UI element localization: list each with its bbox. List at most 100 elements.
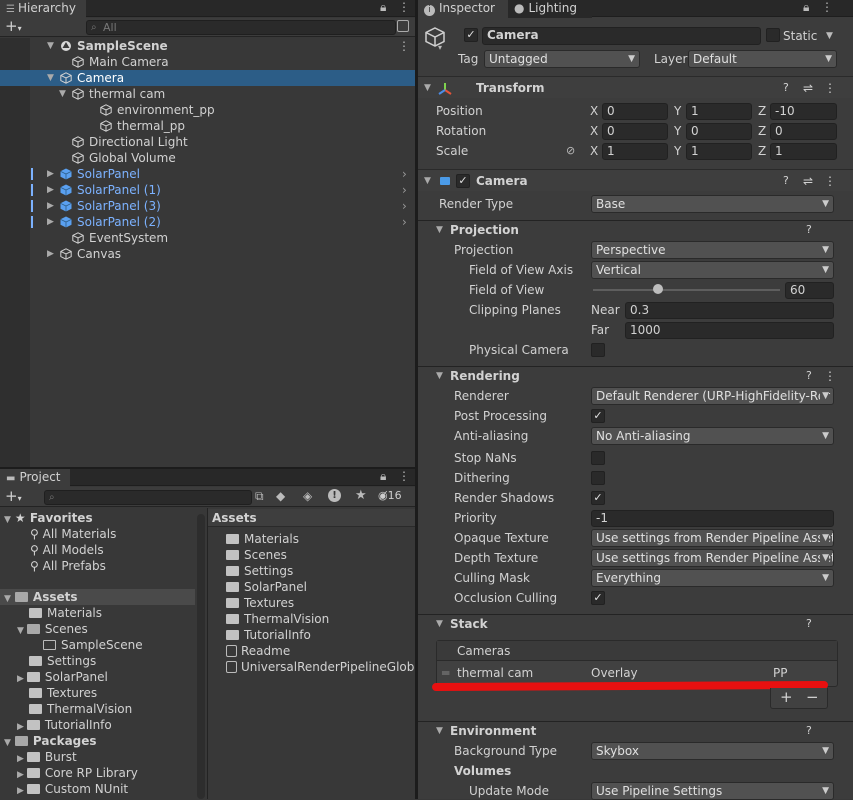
search-by-type-icon[interactable]: ⧉ bbox=[255, 489, 264, 504]
transform-header[interactable]: ▼ Transform ? ⇌ ⋮ bbox=[418, 76, 853, 98]
collapse-arrow-icon[interactable]: ▶ bbox=[47, 214, 54, 230]
hierarchy-item[interactable]: ▶ SolarPanel (3) › bbox=[0, 198, 415, 214]
camera-component-header[interactable]: ▼ ✓ Camera ? ⇌ ⋮ bbox=[418, 169, 853, 191]
horizontal-divider[interactable] bbox=[0, 467, 415, 469]
open-prefab-chevron-icon[interactable]: › bbox=[402, 214, 407, 230]
render-shadows-checkbox[interactable]: ✓ bbox=[591, 491, 605, 505]
add-stack-camera-button[interactable]: + bbox=[780, 688, 793, 706]
position-z-field[interactable]: -10 bbox=[770, 103, 837, 120]
project-kebab-menu-icon[interactable]: ⋮ bbox=[398, 469, 410, 483]
hierarchy-search-input[interactable]: ⌕ All bbox=[86, 20, 396, 35]
favorite-item[interactable]: ⚲ All Prefabs bbox=[30, 558, 106, 574]
tree-folder[interactable]: ▶ TutorialInfo bbox=[17, 717, 112, 733]
dithering-checkbox[interactable] bbox=[591, 471, 605, 485]
hidden-packages-toggle[interactable]: ◉̸16 bbox=[378, 489, 402, 502]
fov-axis-dropdown[interactable]: Vertical ▼ bbox=[591, 261, 834, 279]
project-search-input[interactable]: ⌕ bbox=[44, 490, 252, 505]
icon-dropdown-caret[interactable]: ▾ bbox=[438, 43, 442, 52]
favorites-header[interactable]: ▼ ★ Favorites bbox=[0, 510, 195, 526]
object-name-field[interactable]: Camera bbox=[482, 27, 761, 45]
anti-aliasing-dropdown[interactable]: No Anti-aliasing ▼ bbox=[591, 427, 834, 445]
help-icon[interactable]: ? bbox=[783, 77, 789, 99]
asset-folder[interactable]: Textures bbox=[226, 595, 294, 611]
asset-folder[interactable]: ThermalVision bbox=[226, 611, 329, 627]
expand-arrow-icon[interactable]: ▼ bbox=[47, 70, 54, 86]
post-processing-checkbox[interactable]: ✓ bbox=[591, 409, 605, 423]
camera-enabled-checkbox[interactable]: ✓ bbox=[456, 174, 470, 188]
package-folder[interactable]: ▶ Burst bbox=[17, 749, 77, 765]
component-menu-icon[interactable]: ⋮ bbox=[824, 77, 836, 99]
renderer-dropdown[interactable]: Default Renderer (URP-HighFidelity-Rer ▼ bbox=[591, 387, 834, 405]
project-lock-icon[interactable]: 🔒︎ bbox=[380, 469, 386, 484]
project-tab[interactable]: ▬ Project bbox=[0, 469, 70, 487]
project-add-button[interactable]: +▾ bbox=[5, 488, 22, 507]
inspector-kebab-menu-icon[interactable]: ⋮ bbox=[821, 0, 833, 14]
hierarchy-item[interactable]: ▼ SampleScene ⋮ bbox=[0, 38, 415, 54]
asset-file[interactable]: UniversalRenderPipelineGlobal bbox=[226, 659, 415, 675]
rotation-z-field[interactable]: 0 bbox=[770, 123, 837, 140]
asset-folder[interactable]: Materials bbox=[226, 531, 299, 547]
fov-slider-thumb[interactable] bbox=[652, 284, 663, 294]
help-icon[interactable]: ? bbox=[806, 367, 812, 385]
asset-folder[interactable]: SolarPanel bbox=[226, 579, 307, 595]
collapse-arrow-icon[interactable]: ▶ bbox=[47, 246, 54, 262]
filter-by-label-icon[interactable]: ◈ bbox=[303, 489, 312, 503]
lighting-tab[interactable]: ● Lighting bbox=[508, 0, 592, 18]
inspector-tab[interactable]: i Inspector bbox=[418, 0, 508, 18]
help-icon[interactable]: ? bbox=[806, 615, 812, 633]
fov-slider-track[interactable] bbox=[593, 289, 780, 291]
rotation-y-field[interactable]: 0 bbox=[686, 123, 752, 140]
log-type-icon[interactable]: ! bbox=[328, 489, 341, 502]
asset-folder[interactable]: TutorialInfo bbox=[226, 627, 311, 643]
collapse-arrow-icon[interactable]: ▶ bbox=[47, 198, 54, 214]
hierarchy-tab[interactable]: ☰ Hierarchy bbox=[0, 0, 86, 18]
tag-dropdown[interactable]: Untagged ▼ bbox=[484, 50, 640, 68]
background-type-dropdown[interactable]: Skybox ▼ bbox=[591, 742, 834, 760]
hierarchy-item[interactable]: Main Camera bbox=[0, 54, 415, 70]
fov-field[interactable]: 60 bbox=[785, 282, 834, 299]
hierarchy-item[interactable]: environment_pp bbox=[0, 102, 415, 118]
hierarchy-item[interactable]: ▼ thermal cam bbox=[0, 86, 415, 102]
hierarchy-item[interactable]: ▶ SolarPanel (2) › bbox=[0, 214, 415, 230]
opaque-texture-dropdown[interactable]: Use settings from Render Pipeline Asset ▼ bbox=[591, 529, 834, 547]
preset-icon[interactable]: ⇌ bbox=[803, 77, 813, 99]
hierarchy-item[interactable]: ▶ Canvas bbox=[0, 246, 415, 262]
section-menu-icon[interactable]: ⋮ bbox=[824, 367, 836, 385]
far-field[interactable]: 1000 bbox=[625, 322, 834, 339]
asset-folder[interactable]: Settings bbox=[226, 563, 293, 579]
tree-folder[interactable]: ▶ SolarPanel bbox=[17, 669, 108, 685]
layer-dropdown[interactable]: Default ▼ bbox=[688, 50, 837, 68]
kebab-menu-icon[interactable]: ⋮ bbox=[398, 0, 410, 14]
tree-folder[interactable]: Textures bbox=[29, 685, 97, 701]
project-divider[interactable] bbox=[207, 508, 208, 799]
remove-stack-camera-button[interactable]: − bbox=[806, 688, 819, 706]
package-folder[interactable]: ▶ Custom NUnit bbox=[17, 781, 128, 797]
priority-field[interactable]: -1 bbox=[591, 510, 834, 527]
tree-folder[interactable]: Settings bbox=[29, 653, 96, 669]
tree-folder[interactable]: ▼ Scenes bbox=[17, 621, 88, 637]
inspector-lock-icon[interactable]: 🔒︎ bbox=[803, 0, 809, 15]
stop-nans-checkbox[interactable] bbox=[591, 451, 605, 465]
expand-arrow-icon[interactable]: ▼ bbox=[59, 86, 66, 102]
drag-handle-icon[interactable]: ═ bbox=[442, 662, 449, 684]
position-y-field[interactable]: 1 bbox=[686, 103, 752, 120]
scene-menu-icon[interactable]: ⋮ bbox=[398, 38, 410, 54]
asset-folder[interactable]: Scenes bbox=[226, 547, 287, 563]
culling-mask-dropdown[interactable]: Everything ▼ bbox=[591, 569, 834, 587]
position-x-field[interactable]: 0 bbox=[602, 103, 668, 120]
tree-folder[interactable]: SampleScene bbox=[43, 637, 143, 653]
hierarchy-item[interactable]: Global Volume bbox=[0, 150, 415, 166]
collapse-arrow-icon[interactable]: ▶ bbox=[47, 166, 54, 182]
scale-z-field[interactable]: 1 bbox=[770, 143, 837, 160]
scale-y-field[interactable]: 1 bbox=[686, 143, 752, 160]
tree-folder[interactable]: ThermalVision bbox=[29, 701, 132, 717]
active-checkbox[interactable]: ✓ bbox=[464, 28, 478, 42]
occlusion-culling-checkbox[interactable]: ✓ bbox=[591, 591, 605, 605]
favorite-item[interactable]: ⚲ All Materials bbox=[30, 526, 116, 542]
physical-camera-checkbox[interactable] bbox=[591, 343, 605, 357]
favorite-star-icon[interactable]: ★ bbox=[355, 488, 367, 503]
preset-icon[interactable]: ⇌ bbox=[803, 170, 813, 192]
help-icon[interactable]: ? bbox=[806, 722, 812, 740]
add-button[interactable]: +▾ bbox=[5, 18, 22, 37]
static-checkbox[interactable] bbox=[766, 28, 780, 42]
